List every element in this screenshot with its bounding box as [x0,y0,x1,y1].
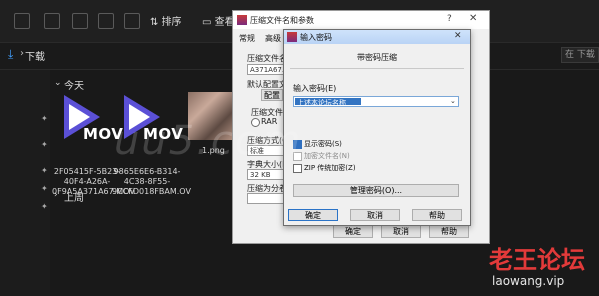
navigation-pane: ✦ ✦ ✦ ✦ ✦ [0,70,50,296]
collapse-icon[interactable]: ⌄ [54,78,62,88]
profile-button[interactable]: 配置 [261,89,283,101]
chevron-down-icon[interactable]: ⌄ [450,97,456,105]
pin-icon: ✦ [41,166,48,175]
winrar-icon [237,15,247,25]
copy-icon[interactable] [72,13,88,29]
pin-icon: ✦ [41,114,48,123]
sort-button[interactable]: ⇅ 排序 [150,13,182,28]
breadcrumb-separator-icon: › [20,48,24,59]
cancel-button[interactable]: 取消 [381,225,421,238]
dictionary-size-select[interactable]: 32 KB [247,169,287,180]
help-button[interactable]: 帮助 [429,225,469,238]
pin-icon: ✦ [41,202,48,211]
file-name: 9865E6E6-B314-4C38-8F55-9CCFD018FBAM.OV [112,167,191,196]
password-dialog: 输入密码 ✕ 带密码压缩 输入密码(E) 上述本论坛名称 ⌄ 显示密码(S) 加… [283,29,471,226]
cancel-button[interactable]: 取消 [350,209,400,221]
pin-icon: ✦ [41,140,48,149]
zip-legacy-encryption-checkbox[interactable] [293,164,302,173]
password-value: 上述本论坛名称 [297,99,346,107]
close-icon[interactable]: ✕ [469,13,477,24]
watermark-site-url: laowang.vip [492,274,565,288]
dialog-heading: 带密码压缩 [357,53,397,62]
tab-advanced[interactable]: 高级 [265,33,281,44]
archive-name-label: 压缩文件名 [247,54,287,63]
divider [290,68,464,69]
close-icon[interactable]: ✕ [454,31,462,41]
new-icon[interactable] [14,13,30,29]
split-volumes-input[interactable] [247,193,287,204]
dialog-title: 输入密码 [300,33,332,42]
ok-button[interactable]: 确定 [288,209,338,221]
watermark-overlay: uu5.com [114,118,303,164]
help-icon[interactable]: ? [447,14,452,24]
winrar-icon [287,32,297,42]
breadcrumb-downloads[interactable]: 下载 [25,48,45,63]
paste-icon[interactable] [98,13,114,29]
zip-legacy-encryption-label: ZIP 传统加密(Z) [304,164,356,172]
text-selection: 上述本论坛名称 [295,98,361,107]
encrypt-filenames-label: 加密文件名(N) [304,152,350,160]
search-input[interactable]: 在 下载 [561,47,599,63]
pin-icon: ✦ [41,184,48,193]
view-button[interactable]: ▭ 查看 [202,13,235,28]
group-header-today: 今天 [64,81,84,92]
ok-button[interactable]: 确定 [333,225,373,238]
watermark-site-name: 老王论坛 [489,245,585,274]
help-button[interactable]: 帮助 [412,209,462,221]
password-label: 输入密码(E) [293,84,337,93]
dialog-title: 压缩文件名和参数 [250,16,314,25]
show-password-label: 显示密码(S) [304,140,342,148]
tab-general[interactable]: 常规 [239,33,255,44]
archive-name-input[interactable]: A371A67.zi [247,64,290,75]
password-input[interactable]: 上述本论坛名称 ⌄ [293,96,459,107]
delete-icon[interactable] [124,13,140,29]
manage-passwords-button[interactable]: 管理密码(O)... [293,184,459,197]
cut-icon[interactable] [44,13,60,29]
